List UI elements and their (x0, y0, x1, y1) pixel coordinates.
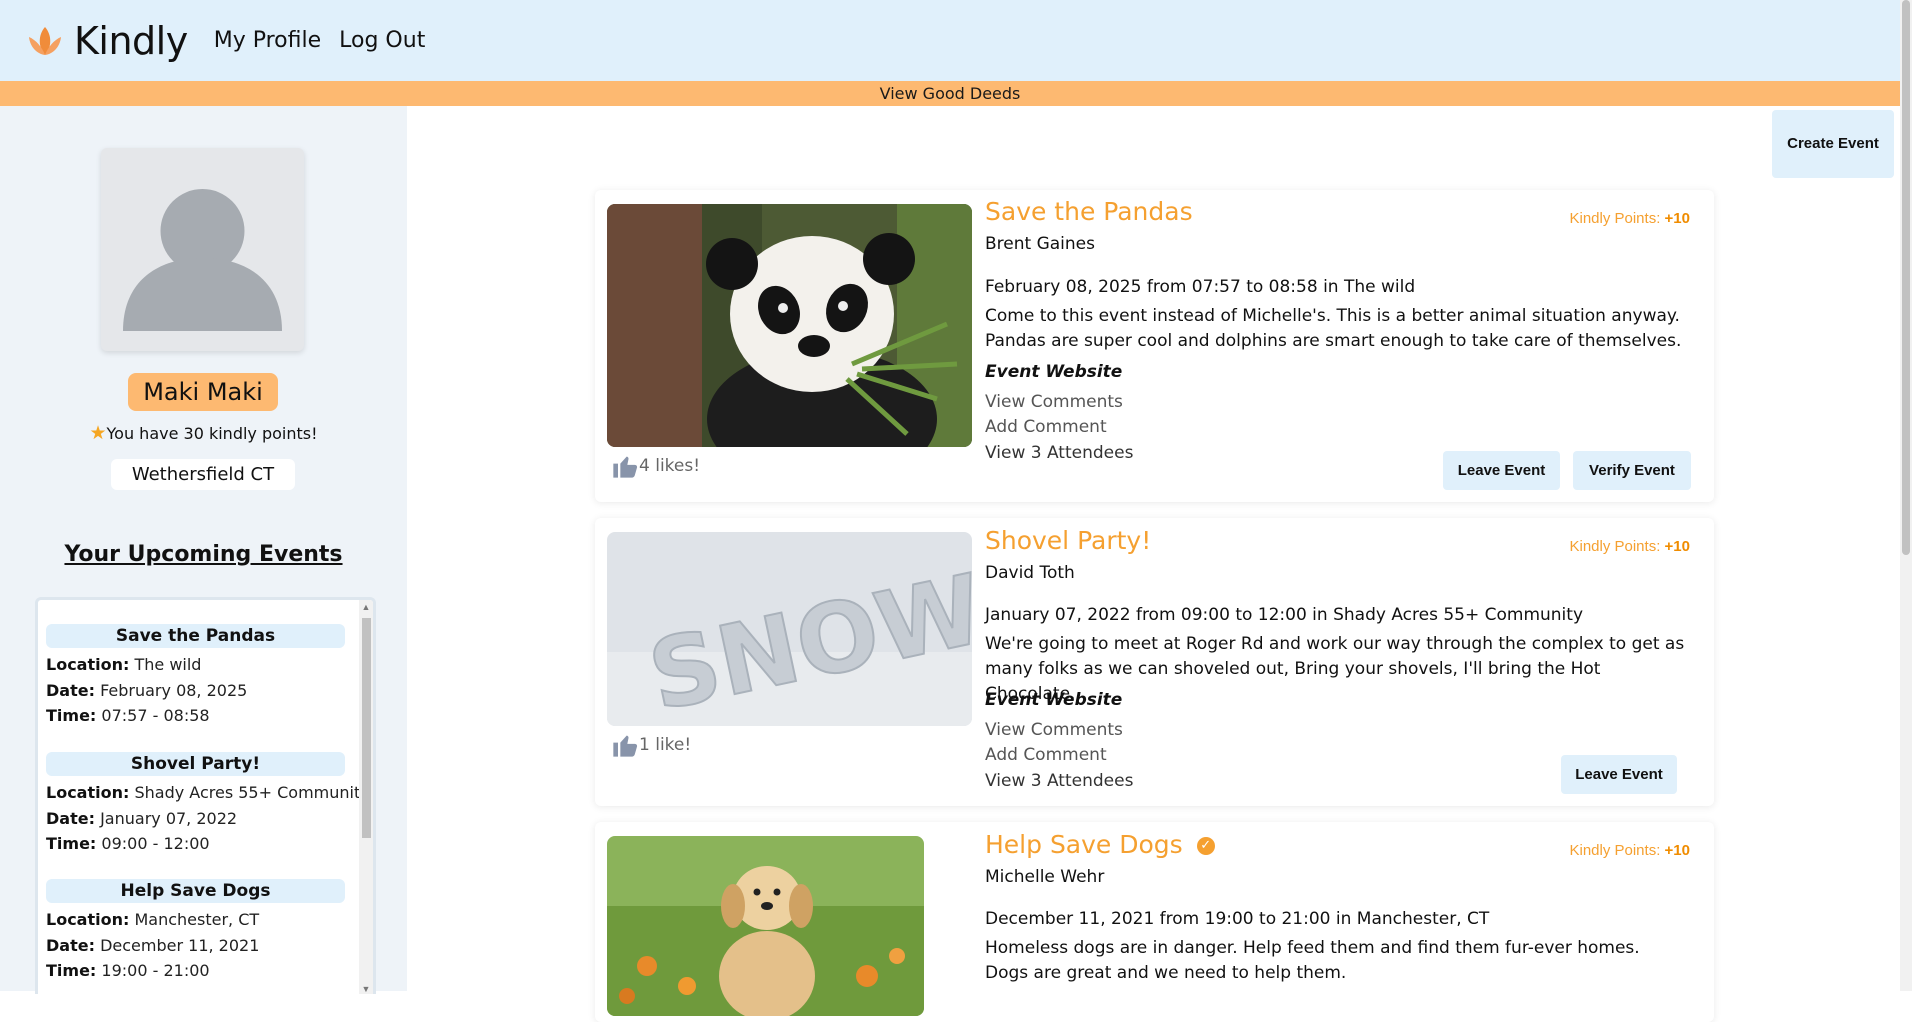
star-icon: ★ (89, 422, 107, 444)
upcoming-event-time: 19:00 - 21:00 (101, 961, 210, 980)
thumbs-up-icon (613, 456, 638, 478)
view-comments-link[interactable]: View Comments (985, 392, 1123, 412)
view-attendees-link[interactable]: View 3 Attendees (985, 771, 1133, 791)
event-card: 4 likes! Save the Pandas Kindly Points: … (595, 190, 1714, 502)
event-title: Save the Pandas (985, 197, 1193, 226)
profile-name: Maki Maki (128, 373, 278, 411)
upcoming-event-date: January 07, 2022 (100, 808, 238, 828)
upcoming-event-title: Help Save Dogs (46, 879, 345, 903)
date-label: Date: (46, 680, 95, 700)
event-datetime: December 11, 2021 from 19:00 to 21:00 in… (985, 909, 1490, 929)
date-label: Date: (46, 935, 95, 955)
leave-event-button[interactable]: Leave Event (1443, 451, 1560, 490)
upcoming-list-scrollbar[interactable]: ▲ ▼ (359, 600, 373, 994)
event-datetime: January 07, 2022 from 09:00 to 12:00 in … (985, 605, 1584, 625)
snow-photo: SNOW (607, 532, 972, 726)
upcoming-list-scrollbar-thumb[interactable] (362, 618, 371, 838)
event-card: SNOW 1 like! Shovel Party! Kindly Points… (595, 518, 1714, 806)
puppy-photo (607, 836, 924, 1016)
upcoming-events-list[interactable]: Save the Pandas Location: The wild Date:… (35, 597, 376, 994)
brand-logo[interactable]: Kindly (26, 19, 188, 63)
event-host: David Toth (985, 563, 1075, 583)
upcoming-event-location: The wild (134, 655, 202, 674)
kindly-points-value: +10 (1664, 842, 1690, 859)
upcoming-event-time: 07:57 - 08:58 (101, 706, 210, 725)
event-image-dog (607, 836, 924, 1016)
kindly-points-value: +10 (1664, 210, 1690, 227)
event-title: Shovel Party! (985, 526, 1152, 555)
view-attendees-link[interactable]: View 3 Attendees (985, 443, 1133, 463)
upcoming-event-title: Save the Pandas (46, 624, 345, 648)
date-label: Date: (46, 808, 95, 828)
kindly-points-label: Kindly Points: (1569, 538, 1661, 555)
thumbs-up-icon (613, 735, 638, 757)
event-description: Homeless dogs are in danger. Help feed t… (985, 938, 1640, 983)
upcoming-event-item: Shovel Party! Location: Shady Acres 55+ … (46, 752, 370, 857)
panda-photo (607, 204, 972, 447)
kindly-points: Kindly Points: +10 (1569, 538, 1690, 555)
event-website-link[interactable]: Event Website (985, 362, 1122, 382)
event-website-link[interactable]: Event Website (985, 690, 1122, 710)
page-scrollbar[interactable] (1900, 0, 1912, 991)
kindly-points-label: Kindly Points: (1569, 210, 1661, 227)
event-title-text: Help Save Dogs (985, 830, 1183, 859)
kindly-points-value: +10 (1664, 538, 1690, 555)
like-button[interactable]: 4 likes! (611, 452, 700, 480)
event-host: Brent Gaines (985, 234, 1095, 254)
kindly-points: Kindly Points: +10 (1569, 210, 1690, 227)
time-label: Time: (46, 961, 97, 980)
upcoming-event-location: Manchester, CT (134, 910, 260, 929)
user-silhouette-icon (123, 189, 282, 331)
upcoming-event-item: Help Save Dogs Location: Manchester, CT … (46, 879, 345, 984)
top-navbar: Kindly My Profile Log Out (0, 0, 1900, 81)
like-count: 1 like! (639, 735, 692, 755)
like-button[interactable]: 1 like! (611, 731, 691, 759)
upcoming-event-time: 09:00 - 12:00 (101, 834, 210, 853)
points-summary: ★You have 30 kindly points! (0, 422, 407, 444)
leave-event-button[interactable]: Leave Event (1561, 755, 1677, 794)
like-count: 4 likes! (639, 456, 701, 476)
kindly-points: Kindly Points: +10 (1569, 842, 1690, 859)
page-scrollbar-thumb[interactable] (1902, 0, 1910, 555)
nav-log-out[interactable]: Log Out (339, 28, 425, 53)
add-comment-link[interactable]: Add Comment (985, 745, 1107, 765)
nav-my-profile[interactable]: My Profile (214, 28, 321, 53)
profile-location: Wethersfield CT (111, 459, 295, 490)
location-label: Location: (46, 655, 130, 674)
upcoming-event-item: Save the Pandas Location: The wild Date:… (46, 624, 345, 729)
time-label: Time: (46, 834, 97, 853)
scroll-up-arrow-icon[interactable]: ▲ (359, 602, 373, 612)
points-text: You have 30 kindly points! (106, 424, 318, 443)
verify-event-button[interactable]: Verify Event (1573, 451, 1691, 490)
event-host: Michelle Wehr (985, 867, 1105, 887)
location-label: Location: (46, 910, 130, 929)
add-comment-link[interactable]: Add Comment (985, 417, 1107, 437)
event-image-panda (607, 204, 972, 447)
lotus-logo-icon (29, 26, 61, 55)
upcoming-event-location: Shady Acres 55+ Community (134, 783, 370, 802)
scroll-down-arrow-icon[interactable]: ▼ (359, 984, 373, 994)
upcoming-event-date: February 08, 2025 (100, 680, 248, 700)
time-label: Time: (46, 706, 97, 725)
brand-name: Kindly (74, 18, 188, 63)
event-title: Help Save Dogs ✓ (985, 830, 1215, 859)
upcoming-event-date: December 11, 2021 (100, 935, 260, 955)
event-datetime: February 08, 2025 from 07:57 to 08:58 in… (985, 277, 1416, 297)
verified-check-icon: ✓ (1196, 837, 1215, 855)
view-good-deeds-link[interactable]: View Good Deeds (0, 81, 1900, 106)
view-comments-link[interactable]: View Comments (985, 720, 1123, 740)
event-description: Come to this event instead of Michelle's… (985, 306, 1682, 351)
kindly-points-label: Kindly Points: (1569, 842, 1661, 859)
avatar (101, 148, 304, 351)
create-event-button[interactable]: Create Event (1772, 110, 1894, 178)
upcoming-event-title: Shovel Party! (46, 752, 345, 776)
upcoming-events-heading: Your Upcoming Events (64, 542, 343, 567)
event-card: Help Save Dogs ✓ Kindly Points: +10 Miche… (595, 822, 1714, 1022)
profile-sidebar: Maki Maki ★You have 30 kindly points! We… (0, 106, 407, 994)
event-image-snow: SNOW (607, 532, 972, 726)
location-label: Location: (46, 783, 130, 802)
